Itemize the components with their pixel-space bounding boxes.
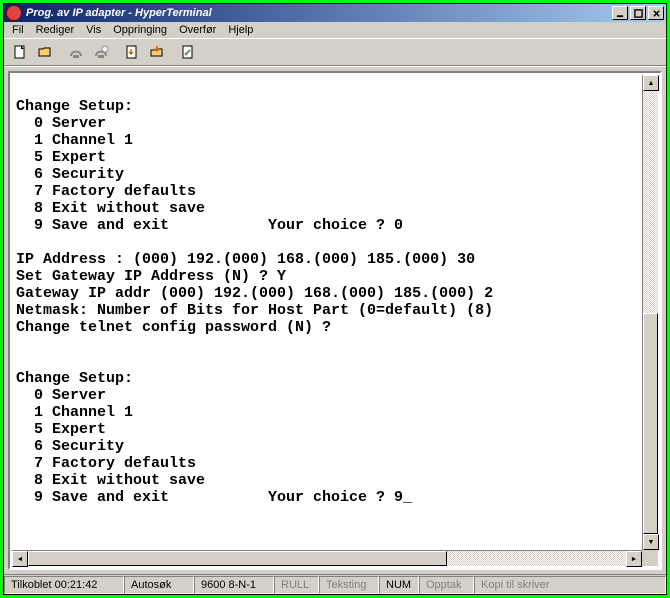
menu-transfer[interactable]: Overfør [179, 24, 216, 36]
menubar: Fil Rediger Vis Oppringing Overfør Hjelp [4, 22, 666, 38]
connect-button[interactable] [64, 41, 88, 63]
status-print: Kopi til skriver [474, 576, 666, 594]
status-caps: Teksting [319, 576, 379, 594]
terminal-area: Change Setup: 0 Server 1 Channel 1 5 Exp… [4, 66, 666, 574]
menu-view[interactable]: Vis [86, 24, 101, 36]
send-button[interactable] [120, 41, 144, 63]
window-title: Prog. av IP adapter - HyperTerminal [26, 7, 612, 19]
horizontal-scroll-track[interactable] [28, 551, 626, 566]
vertical-scroll-thumb[interactable] [643, 313, 658, 535]
scroll-corner [642, 550, 658, 566]
terminal-frame: Change Setup: 0 Server 1 Channel 1 5 Exp… [8, 71, 662, 570]
close-button[interactable] [648, 6, 664, 20]
status-settings: 9600 8-N-1 [194, 576, 274, 594]
scroll-right-button[interactable]: ► [626, 551, 642, 567]
disconnect-button[interactable] [89, 41, 113, 63]
status-num: NUM [379, 576, 419, 594]
minimize-button[interactable] [612, 6, 628, 20]
scroll-down-button[interactable]: ▼ [643, 534, 659, 550]
vertical-scroll-track[interactable] [643, 91, 658, 534]
open-button[interactable] [33, 41, 57, 63]
app-window: Prog. av IP adapter - HyperTerminal Fil … [3, 3, 667, 595]
statusbar: Tilkoblet 00:21:42 Autosøk 9600 8-N-1 RU… [4, 574, 666, 594]
horizontal-scrollbar[interactable]: ◄ ► [12, 550, 642, 566]
menu-call[interactable]: Oppringing [113, 24, 167, 36]
status-capture: Opptak [419, 576, 474, 594]
menu-edit[interactable]: Rediger [36, 24, 75, 36]
status-autodetect: Autosøk [124, 576, 194, 594]
status-connect: Tilkoblet 00:21:42 [4, 576, 124, 594]
menu-file[interactable]: Fil [12, 24, 24, 36]
receive-button[interactable] [145, 41, 169, 63]
window-controls [612, 6, 664, 20]
terminal-output[interactable]: Change Setup: 0 Server 1 Channel 1 5 Exp… [12, 75, 642, 550]
menu-help[interactable]: Hjelp [228, 24, 253, 36]
horizontal-scroll-thumb[interactable] [28, 551, 447, 566]
vertical-scrollbar[interactable]: ▲ ▼ [642, 75, 658, 550]
new-button[interactable] [8, 41, 32, 63]
toolbar [4, 38, 666, 66]
status-scroll: RULL [274, 576, 319, 594]
maximize-button[interactable] [630, 6, 646, 20]
scroll-left-button[interactable]: ◄ [12, 551, 28, 567]
app-icon [6, 5, 22, 21]
titlebar[interactable]: Prog. av IP adapter - HyperTerminal [4, 4, 666, 22]
scroll-up-button[interactable]: ▲ [643, 75, 659, 91]
properties-button[interactable] [176, 41, 200, 63]
